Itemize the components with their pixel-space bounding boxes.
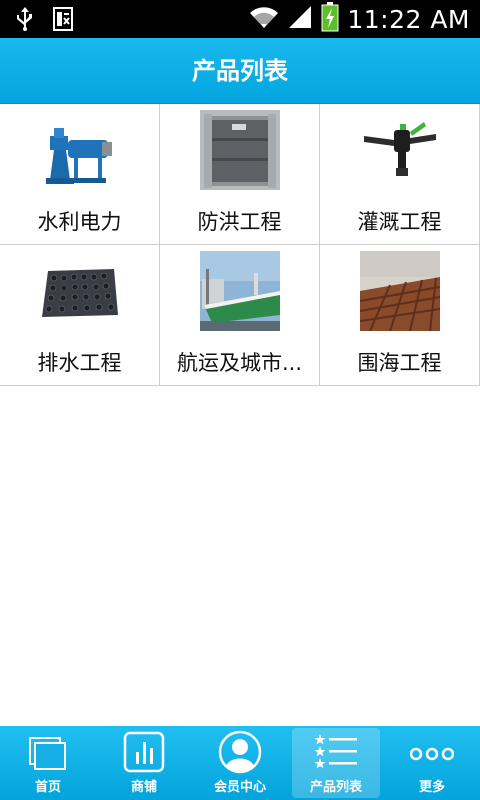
shop-chart-icon [122, 730, 166, 774]
product-item-shipping-city[interactable]: 航运及城市... [160, 245, 320, 385]
product-row: 排水工程 航运及城市... 围海工程 [0, 245, 480, 386]
product-label: 防洪工程 [197, 210, 282, 234]
more-dots-icon [409, 730, 455, 774]
product-item-hydropower[interactable]: 水利电力 [0, 104, 160, 244]
product-label: 水利电力 [37, 210, 122, 234]
product-item-flood-control[interactable]: 防洪工程 [160, 104, 320, 244]
bottom-nav: 首页 商铺 会员中心 产品列表 更多 [0, 726, 480, 800]
status-time: 11:22 AM [347, 4, 470, 34]
wifi-icon [249, 4, 279, 34]
product-item-drainage[interactable]: 排水工程 [0, 245, 160, 385]
nav-item-more[interactable]: 更多 [384, 726, 480, 800]
home-pages-icon [26, 730, 70, 774]
page-title: 产品列表 [192, 57, 288, 85]
nav-label: 更多 [418, 780, 445, 795]
product-grid: 水利电力 防洪工程 灌溉工程 排水工程 航运及城市... 围海工程 [0, 104, 480, 386]
nav-item-product-list[interactable]: 产品列表 [288, 726, 384, 800]
product-item-irrigation[interactable]: 灌溉工程 [320, 104, 480, 244]
drainage-board-image [40, 251, 120, 331]
nav-item-member-center[interactable]: 会员中心 [192, 726, 288, 800]
nav-label: 产品列表 [309, 780, 362, 795]
product-label: 围海工程 [357, 351, 442, 375]
nav-item-home[interactable]: 首页 [0, 726, 96, 800]
product-label: 航运及城市... [176, 351, 303, 375]
product-label: 排水工程 [37, 351, 122, 375]
title-bar: 产品列表 [0, 38, 480, 104]
status-bar: 11:22 AM [0, 0, 480, 38]
usb-icon [14, 6, 36, 36]
nav-label: 会员中心 [213, 780, 266, 795]
nav-item-shop[interactable]: 商铺 [96, 726, 192, 800]
product-label: 灌溉工程 [357, 210, 442, 234]
signal-icon [287, 4, 313, 34]
sprinkler-image [360, 110, 440, 190]
sea-wall-image [360, 251, 440, 331]
flood-gate-image [200, 110, 280, 190]
star-list-icon [314, 730, 358, 774]
battery-charging-icon [321, 2, 339, 36]
member-avatar-icon [218, 730, 262, 774]
nav-label: 首页 [34, 780, 61, 795]
cargo-ship-image [200, 251, 280, 331]
product-item-sea-reclamation[interactable]: 围海工程 [320, 245, 480, 385]
hydraulic-motor-image [40, 110, 120, 190]
doc-icon [52, 6, 74, 36]
nav-label: 商铺 [130, 780, 157, 795]
product-row: 水利电力 防洪工程 灌溉工程 [0, 104, 480, 245]
